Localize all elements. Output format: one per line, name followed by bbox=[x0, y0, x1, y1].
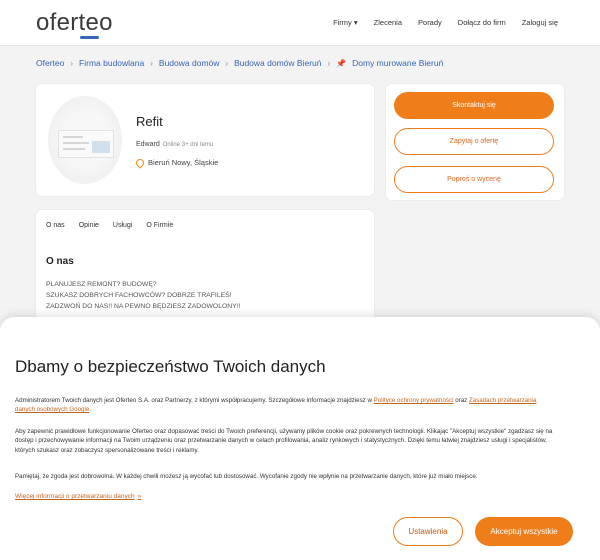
consent-text: oraz bbox=[453, 397, 469, 404]
more-info-link[interactable]: Więcej informacji o przetwarzaniu danych… bbox=[15, 493, 141, 500]
accept-all-button[interactable]: Akceptuj wszystkie bbox=[475, 517, 573, 546]
settings-button[interactable]: Ustawienia bbox=[393, 517, 463, 546]
double-chevron-icon: » bbox=[137, 493, 142, 500]
consent-text: . bbox=[89, 406, 92, 414]
privacy-policy-link[interactable]: Polityce ochrony prywatności bbox=[374, 397, 454, 404]
consent-title: Dbamy o bezpieczeństwo Twoich danych bbox=[15, 357, 326, 376]
consent-text: Administratorem Twoich danych jest Ofert… bbox=[15, 397, 374, 404]
cookie-consent-dialog: Dbamy o bezpieczeństwo Twoich danych Adm… bbox=[0, 317, 600, 560]
consent-paragraph-admin: Administratorem Twoich danych jest Ofert… bbox=[15, 396, 555, 415]
more-info-text[interactable]: Więcej informacji o przetwarzaniu danych bbox=[15, 493, 135, 500]
consent-paragraph-voluntary: Pamiętaj, że zgoda jest dobrowolna. W ka… bbox=[15, 473, 478, 480]
consent-paragraph-cookies: Aby zapewnić prawidłowe funkcjonowanie O… bbox=[15, 428, 553, 454]
